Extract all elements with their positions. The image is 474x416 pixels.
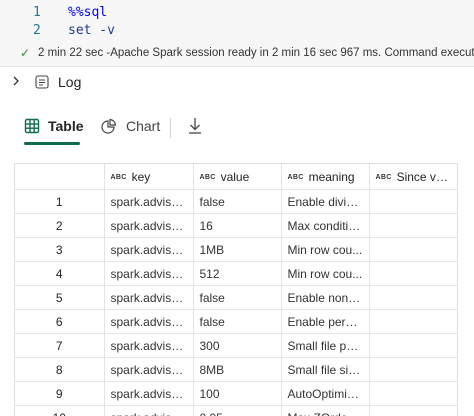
cell-value[interactable]: 1MB — [193, 238, 281, 262]
results-table[interactable]: ABCkey ABCvalue ABCmeaning ABCSince vers… — [14, 163, 458, 416]
cell-meaning[interactable]: Min row cou... — [281, 262, 369, 286]
cell-value[interactable]: 512 — [193, 262, 281, 286]
string-type-icon: ABC — [200, 174, 216, 181]
cell-since-version[interactable] — [369, 262, 457, 286]
execution-status: ✓ 2 min 22 sec -Apache Spark session rea… — [0, 44, 474, 62]
cell-since-version[interactable] — [369, 310, 457, 334]
column-header-key[interactable]: ABCkey — [104, 164, 193, 190]
cell-value[interactable]: false — [193, 190, 281, 214]
column-header-meaning[interactable]: ABCmeaning — [281, 164, 369, 190]
cell-since-version[interactable] — [369, 358, 457, 382]
cell-meaning[interactable]: Enable divisi... — [281, 190, 369, 214]
tab-table-label: Table — [48, 116, 84, 136]
cell-key[interactable]: spark.advise.... — [104, 190, 193, 214]
cell-value[interactable]: 0.05 — [193, 406, 281, 416]
row-index-header — [15, 164, 104, 190]
string-type-icon: ABC — [376, 174, 392, 181]
table-row[interactable]: 3 spark.advise.... 1MB Min row cou... — [15, 238, 457, 262]
cell-meaning[interactable]: Enable perce... — [281, 310, 369, 334]
cell-value[interactable]: 300 — [193, 334, 281, 358]
toolbar-divider — [170, 118, 171, 138]
table-row[interactable]: 6 spark.advise.... false Enable perce... — [15, 310, 457, 334]
table-row[interactable]: 2 spark.advise.... 16 Max conditio... — [15, 214, 457, 238]
row-index: 3 — [15, 238, 104, 262]
cell-meaning[interactable]: Max conditio... — [281, 214, 369, 238]
table-row[interactable]: 10 spark.advise.... 0.05 Max ZOrder ... — [15, 406, 457, 416]
table-row[interactable]: 8 spark.advise.... 8MB Small file size..… — [15, 358, 457, 382]
cell-since-version[interactable] — [369, 214, 457, 238]
code-text[interactable]: %%sql — [68, 4, 107, 22]
log-section[interactable]: Log — [0, 70, 474, 94]
download-icon[interactable] — [186, 116, 204, 136]
column-header-value[interactable]: ABCvalue — [193, 164, 281, 190]
status-text: 2 min 22 sec -Apache Spark session ready… — [38, 44, 474, 62]
cell-key[interactable]: spark.advise.... — [104, 238, 193, 262]
row-index: 10 — [15, 406, 104, 416]
line-number: 2 — [33, 22, 41, 40]
cell-meaning[interactable]: Max ZOrder ... — [281, 406, 369, 416]
row-index: 4 — [15, 262, 104, 286]
cell-meaning[interactable]: Small file per... — [281, 334, 369, 358]
cell-key[interactable]: spark.advise.... — [104, 334, 193, 358]
code-text[interactable]: set -v — [68, 22, 115, 40]
cell-meaning[interactable]: AutoOptimiz... — [281, 382, 369, 406]
cell-meaning[interactable]: Enable non e... — [281, 286, 369, 310]
row-index: 7 — [15, 334, 104, 358]
table-row[interactable]: 5 spark.advise.... false Enable non e... — [15, 286, 457, 310]
row-index: 8 — [15, 358, 104, 382]
cell-key[interactable]: spark.advise.... — [104, 358, 193, 382]
cell-since-version[interactable] — [369, 382, 457, 406]
cell-since-version[interactable] — [369, 406, 457, 416]
row-index: 9 — [15, 382, 104, 406]
cell-meaning[interactable]: Min row cou... — [281, 238, 369, 262]
column-header-since-version[interactable]: ABCSince versi... — [369, 164, 457, 190]
cell-value[interactable]: 100 — [193, 382, 281, 406]
string-type-icon: ABC — [111, 174, 127, 181]
row-index: 2 — [15, 214, 104, 238]
cell-value[interactable]: 16 — [193, 214, 281, 238]
row-index: 5 — [15, 286, 104, 310]
cell-key[interactable]: spark.advise.... — [104, 214, 193, 238]
line-number: 1 — [33, 4, 41, 22]
cell-since-version[interactable] — [369, 238, 457, 262]
table-row[interactable]: 4 spark.advise.... 512 Min row cou... — [15, 262, 457, 286]
code-line-2[interactable]: 2 set -v — [0, 22, 474, 40]
cell-meaning[interactable]: Small file size... — [281, 358, 369, 382]
table-icon — [24, 118, 40, 134]
table-header-row: ABCkey ABCvalue ABCmeaning ABCSince vers… — [15, 164, 457, 190]
log-icon — [34, 74, 50, 90]
cell-value[interactable]: false — [193, 310, 281, 334]
check-icon: ✓ — [20, 44, 30, 62]
active-tab-indicator — [24, 142, 80, 145]
code-cell[interactable]: 1 %%sql 2 set -v ✓ 2 min 22 sec -Apache … — [0, 0, 474, 67]
pie-chart-icon — [100, 118, 118, 136]
cell-since-version[interactable] — [369, 334, 457, 358]
cell-since-version[interactable] — [369, 190, 457, 214]
cell-value[interactable]: 8MB — [193, 358, 281, 382]
tab-chart-label: Chart — [126, 116, 160, 136]
result-view-tabs: Table Chart — [0, 110, 474, 150]
cell-key[interactable]: spark.advise.... — [104, 406, 193, 416]
cell-key[interactable]: spark.advise.... — [104, 286, 193, 310]
log-label: Log — [58, 72, 81, 92]
row-index: 6 — [15, 310, 104, 334]
cell-since-version[interactable] — [369, 286, 457, 310]
cell-key[interactable]: spark.advise.... — [104, 382, 193, 406]
cell-value[interactable]: false — [193, 286, 281, 310]
table-row[interactable]: 9 spark.advise.... 100 AutoOptimiz... — [15, 382, 457, 406]
table-row[interactable]: 7 spark.advise.... 300 Small file per... — [15, 334, 457, 358]
row-index: 1 — [15, 190, 104, 214]
table-row[interactable]: 1 spark.advise.... false Enable divisi..… — [15, 190, 457, 214]
string-type-icon: ABC — [288, 174, 304, 181]
cell-key[interactable]: spark.advise.... — [104, 262, 193, 286]
cell-key[interactable]: spark.advise.... — [104, 310, 193, 334]
code-line-1[interactable]: 1 %%sql — [0, 4, 474, 22]
chevron-right-icon[interactable] — [10, 75, 22, 87]
